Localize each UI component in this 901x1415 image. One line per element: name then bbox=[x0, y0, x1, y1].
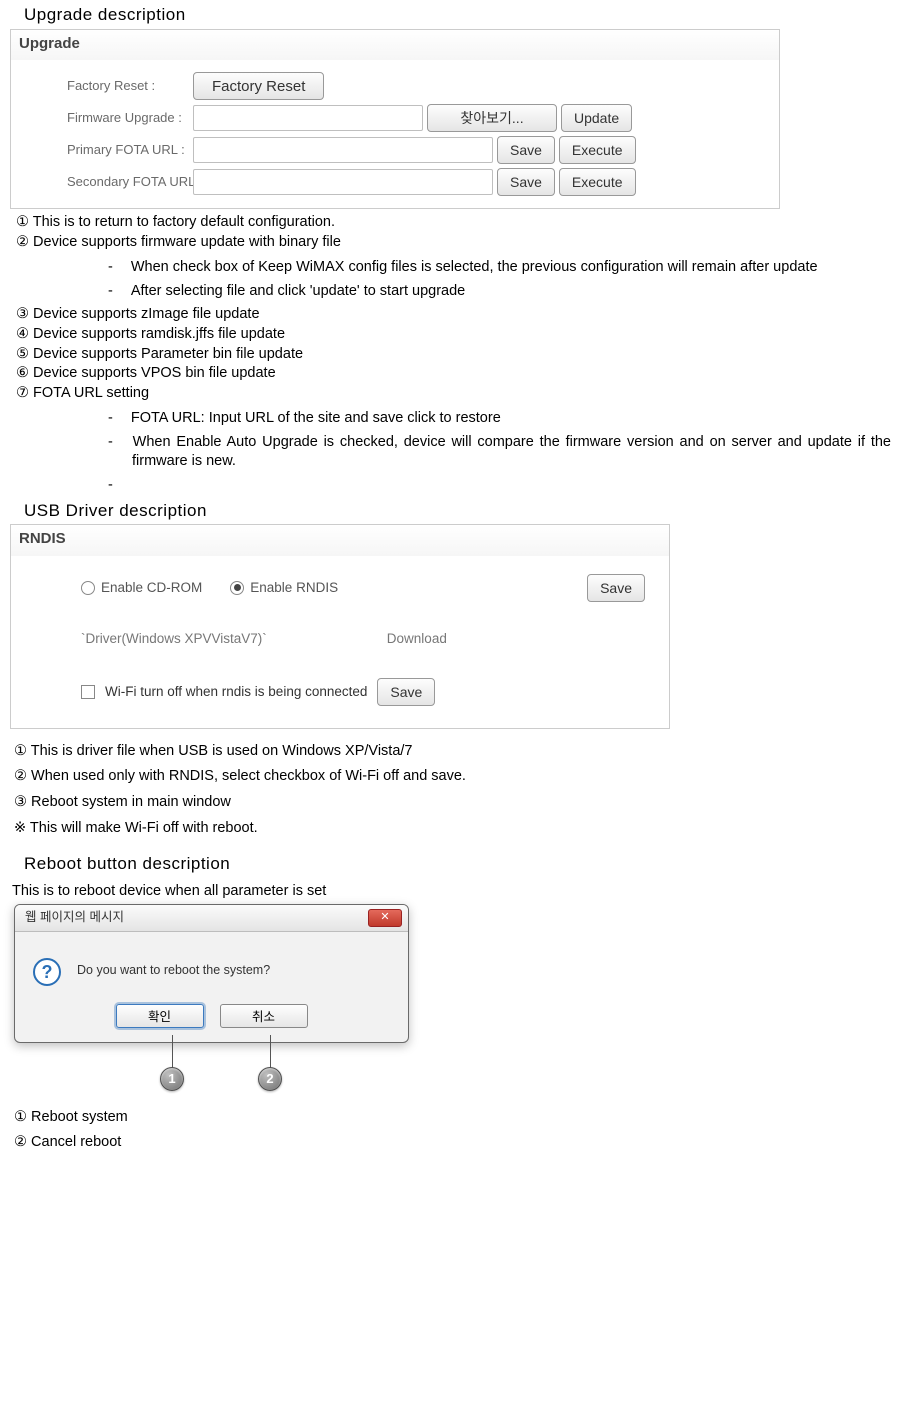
driver-label: `Driver(Windows XPVVistaV7)` bbox=[81, 630, 267, 648]
close-icon[interactable]: ✕ bbox=[368, 909, 402, 927]
primary-fota-execute-button[interactable]: Execute bbox=[559, 136, 636, 164]
radio-icon bbox=[81, 581, 95, 595]
secondary-fota-save-button[interactable]: Save bbox=[497, 168, 555, 196]
enable-rndis-radio[interactable]: Enable RNDIS bbox=[230, 579, 338, 597]
upgrade-note-5: ⑤ Device supports Parameter bin file upd… bbox=[16, 345, 891, 365]
upgrade-note-3: ③ Device supports zImage file update bbox=[16, 305, 891, 325]
enable-cdrom-label: Enable CD-ROM bbox=[101, 579, 202, 597]
update-button[interactable]: Update bbox=[561, 104, 632, 132]
usb-note-2: ② When used only with RNDIS, select chec… bbox=[14, 764, 891, 790]
usb-note-3: ③ Reboot system in main window bbox=[14, 790, 891, 816]
upgrade-note-7b: When Enable Auto Upgrade is checked, dev… bbox=[108, 431, 891, 474]
reboot-dialog: 웹 페이지의 메시지 ✕ ? Do you want to reboot the… bbox=[14, 904, 409, 1043]
wifi-off-save-button[interactable]: Save bbox=[377, 678, 435, 706]
dialog-callouts: 1 2 bbox=[14, 1043, 409, 1093]
primary-fota-label: Primary FOTA URL : bbox=[17, 141, 187, 159]
upgrade-note-6: ⑥ Device supports VPOS bin file update bbox=[16, 364, 891, 384]
upgrade-note-2: ② Device supports firmware update with b… bbox=[16, 233, 891, 253]
section-title-upgrade: Upgrade description bbox=[10, 4, 891, 29]
dialog-title: 웹 페이지의 메시지 bbox=[25, 909, 124, 926]
reboot-intro: This is to reboot device when all parame… bbox=[10, 878, 891, 902]
enable-rndis-label: Enable RNDIS bbox=[250, 579, 338, 597]
upgrade-notes: ① This is to return to factory default c… bbox=[10, 211, 891, 499]
firmware-upgrade-label: Firmware Upgrade : bbox=[17, 109, 187, 127]
dialog-message: Do you want to reboot the system? bbox=[77, 958, 270, 979]
upgrade-note-7: ⑦ FOTA URL setting bbox=[16, 384, 891, 404]
upgrade-panel-heading: Upgrade bbox=[11, 30, 779, 60]
usb-notes: ① This is driver file when USB is used o… bbox=[10, 735, 891, 841]
rndis-panel-heading: RNDIS bbox=[11, 525, 669, 555]
radio-icon bbox=[230, 581, 244, 595]
browse-button[interactable]: 찾아보기... bbox=[427, 104, 557, 132]
section-title-reboot: Reboot button description bbox=[10, 853, 891, 878]
primary-fota-save-button[interactable]: Save bbox=[497, 136, 555, 164]
upgrade-note-2a: When check box of Keep WiMAX config file… bbox=[108, 256, 891, 280]
upgrade-note-2b: After selecting file and click 'update' … bbox=[108, 280, 891, 304]
secondary-fota-label: Secondary FOTA URL : bbox=[17, 173, 187, 191]
callout-badge-2: 2 bbox=[258, 1067, 282, 1091]
upgrade-note-4: ④ Device supports ramdisk.jffs file upda… bbox=[16, 325, 891, 345]
question-icon: ? bbox=[33, 958, 61, 986]
dialog-ok-button[interactable]: 확인 bbox=[116, 1004, 204, 1028]
rndis-panel: RNDIS Enable CD-ROM Enable RNDIS Save `D… bbox=[10, 524, 670, 728]
download-link[interactable]: Download bbox=[387, 630, 447, 648]
firmware-file-input[interactable] bbox=[193, 105, 423, 131]
secondary-fota-execute-button[interactable]: Execute bbox=[559, 168, 636, 196]
usb-note-4: ※ This will make Wi-Fi off with reboot. bbox=[14, 816, 891, 842]
section-title-usb: USB Driver description bbox=[10, 500, 891, 525]
enable-cdrom-radio[interactable]: Enable CD-ROM bbox=[81, 579, 202, 597]
upgrade-note-7c bbox=[108, 474, 891, 498]
factory-reset-label: Factory Reset : bbox=[17, 77, 187, 95]
secondary-fota-input[interactable] bbox=[193, 169, 493, 195]
wifi-off-label: Wi-Fi turn off when rndis is being conne… bbox=[105, 683, 367, 701]
reboot-notes: ① Reboot system ② Cancel reboot bbox=[10, 1101, 891, 1156]
callout-badge-1: 1 bbox=[160, 1067, 184, 1091]
factory-reset-button[interactable]: Factory Reset bbox=[193, 72, 324, 100]
upgrade-panel: Upgrade Factory Reset : Factory Reset Fi… bbox=[10, 29, 780, 209]
rndis-save-button[interactable]: Save bbox=[587, 574, 645, 602]
upgrade-note-1: ① This is to return to factory default c… bbox=[16, 213, 891, 233]
wifi-off-checkbox[interactable] bbox=[81, 685, 95, 699]
reboot-note-1: ① Reboot system bbox=[14, 1105, 891, 1131]
primary-fota-input[interactable] bbox=[193, 137, 493, 163]
upgrade-note-7a: FOTA URL: Input URL of the site and save… bbox=[108, 407, 891, 431]
reboot-note-2: ② Cancel reboot bbox=[14, 1130, 891, 1156]
dialog-cancel-button[interactable]: 취소 bbox=[220, 1004, 308, 1028]
usb-note-1: ① This is driver file when USB is used o… bbox=[14, 739, 891, 765]
